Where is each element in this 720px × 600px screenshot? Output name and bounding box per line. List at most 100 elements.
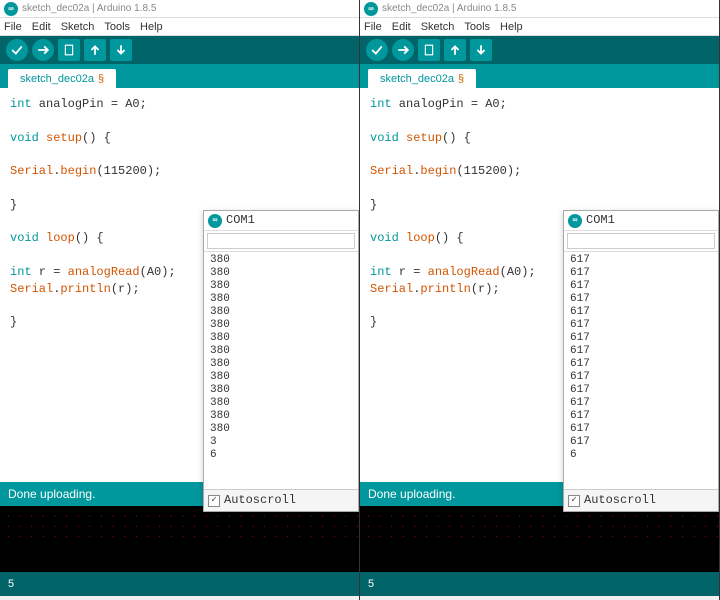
- code-editor[interactable]: int analogPin = A0; void setup() { Seria…: [360, 88, 719, 482]
- window-title: sketch_dec02a | Arduino 1.8.5: [382, 3, 516, 14]
- open-button[interactable]: [84, 39, 106, 61]
- menu-edit[interactable]: Edit: [392, 21, 411, 33]
- menu-file[interactable]: File: [364, 21, 382, 33]
- menu-sketch[interactable]: Sketch: [61, 21, 95, 33]
- serial-reading: 3: [210, 436, 352, 449]
- serial-reading: 380: [210, 267, 352, 280]
- console-line: . . . . . . . . . . . . . . . . . . . . …: [366, 520, 713, 530]
- arrow-down-icon: [475, 44, 487, 56]
- serial-reading: 617: [570, 410, 712, 423]
- serial-reading: 617: [570, 371, 712, 384]
- menu-file[interactable]: File: [4, 21, 22, 33]
- menu-help[interactable]: Help: [500, 21, 523, 33]
- titlebar: ∞ sketch_dec02a | Arduino 1.8.5: [0, 0, 359, 18]
- serial-reading: 617: [570, 254, 712, 267]
- serial-output[interactable]: 3803803803803803803803803803803803803803…: [204, 252, 358, 489]
- serial-reading: 617: [570, 332, 712, 345]
- autoscroll-checkbox[interactable]: ✓: [568, 495, 580, 507]
- serial-reading: 617: [570, 293, 712, 306]
- footer-line-number: 5: [8, 578, 14, 590]
- upload-button[interactable]: [392, 39, 414, 61]
- menu-edit[interactable]: Edit: [32, 21, 51, 33]
- code-editor[interactable]: int analogPin = A0; void setup() { Seria…: [0, 88, 359, 482]
- serial-reading: 380: [210, 254, 352, 267]
- serial-reading: 380: [210, 358, 352, 371]
- arduino-logo-icon: ∞: [364, 2, 378, 16]
- verify-button[interactable]: [366, 39, 388, 61]
- serial-reading: 617: [570, 319, 712, 332]
- serial-reading: 380: [210, 410, 352, 423]
- autoscroll-label: Autoscroll: [224, 492, 296, 509]
- footer-bar: 5: [360, 572, 719, 596]
- arrow-down-icon: [115, 44, 127, 56]
- serial-reading: 380: [210, 332, 352, 345]
- tab-sketch[interactable]: sketch_dec02a§: [368, 69, 476, 88]
- tab-name: sketch_dec02a: [20, 73, 94, 85]
- console-line: . . . . . . . . . . . . . . . . . . . . …: [366, 530, 713, 540]
- check-icon: [371, 44, 383, 56]
- tab-sketch[interactable]: sketch_dec02a §: [8, 69, 116, 88]
- serial-port-title: COM1: [226, 212, 255, 229]
- arrow-up-icon: [449, 44, 461, 56]
- serial-reading: 6: [570, 449, 712, 462]
- serial-monitor-window: ∞ COM1 380380380380380380380380380380380…: [203, 210, 359, 512]
- arduino-logo-icon: ∞: [4, 2, 18, 16]
- serial-reading: 617: [570, 397, 712, 410]
- menubar: File Edit Sketch Tools Help: [360, 18, 719, 36]
- window-title: sketch_dec02a | Arduino 1.8.5: [22, 3, 156, 14]
- serial-reading: 617: [570, 436, 712, 449]
- upload-button[interactable]: [32, 39, 54, 61]
- build-console[interactable]: . . . . . . . . . . . . . . . . . . . . …: [0, 506, 359, 572]
- serial-reading: 617: [570, 384, 712, 397]
- serial-reading: 380: [210, 397, 352, 410]
- tab-bar: sketch_dec02a §: [0, 64, 359, 88]
- new-button[interactable]: [58, 39, 80, 61]
- serial-reading: 380: [210, 345, 352, 358]
- serial-send-row: [564, 231, 718, 252]
- console-line: . . . . . . . . . . . . . . . . . . . . …: [6, 530, 353, 540]
- build-console[interactable]: . . . . . . . . . . . . . . . . . . . . …: [360, 506, 719, 572]
- titlebar: ∞ sketch_dec02a | Arduino 1.8.5: [360, 0, 719, 18]
- menu-help[interactable]: Help: [140, 21, 163, 33]
- serial-monitor-footer: ✓ Autoscroll: [204, 489, 358, 511]
- menu-sketch[interactable]: Sketch: [421, 21, 455, 33]
- arrow-up-icon: [89, 44, 101, 56]
- save-button[interactable]: [470, 39, 492, 61]
- check-icon: [11, 44, 23, 56]
- status-message: Done uploading.: [368, 487, 455, 501]
- serial-send-input[interactable]: [207, 233, 355, 249]
- arrow-right-icon: [37, 44, 49, 56]
- serial-reading: 380: [210, 423, 352, 436]
- serial-reading: 617: [570, 423, 712, 436]
- arduino-window-left: ∞ sketch_dec02a | Arduino 1.8.5 File Edi…: [0, 0, 360, 600]
- serial-reading: 617: [570, 306, 712, 319]
- serial-reading: 617: [570, 280, 712, 293]
- menu-tools[interactable]: Tools: [104, 21, 130, 33]
- serial-reading: 380: [210, 371, 352, 384]
- tab-name: sketch_dec02a: [380, 73, 454, 85]
- menubar: File Edit Sketch Tools Help: [0, 18, 359, 36]
- serial-reading: 380: [210, 384, 352, 397]
- serial-reading: 380: [210, 280, 352, 293]
- serial-monitor-titlebar: ∞ COM1: [564, 211, 718, 231]
- console-line: . . . . . . . . . . . . . . . . . . . . …: [6, 520, 353, 530]
- tab-modified-marker: §: [98, 73, 104, 85]
- new-button[interactable]: [418, 39, 440, 61]
- serial-send-input[interactable]: [567, 233, 715, 249]
- serial-monitor-window: ∞ COM1 617617617617617617617617617617617…: [563, 210, 719, 512]
- autoscroll-checkbox[interactable]: ✓: [208, 495, 220, 507]
- serial-monitor-footer: ✓ Autoscroll: [564, 489, 718, 511]
- file-icon: [63, 44, 75, 56]
- serial-reading: 617: [570, 358, 712, 371]
- verify-button[interactable]: [6, 39, 28, 61]
- toolbar: [360, 36, 719, 64]
- save-button[interactable]: [110, 39, 132, 61]
- serial-reading: 380: [210, 319, 352, 332]
- footer-line-number: 5: [368, 578, 374, 590]
- serial-reading: 380: [210, 293, 352, 306]
- menu-tools[interactable]: Tools: [464, 21, 490, 33]
- file-icon: [423, 44, 435, 56]
- serial-reading: 380: [210, 306, 352, 319]
- open-button[interactable]: [444, 39, 466, 61]
- serial-output[interactable]: 6176176176176176176176176176176176176176…: [564, 252, 718, 489]
